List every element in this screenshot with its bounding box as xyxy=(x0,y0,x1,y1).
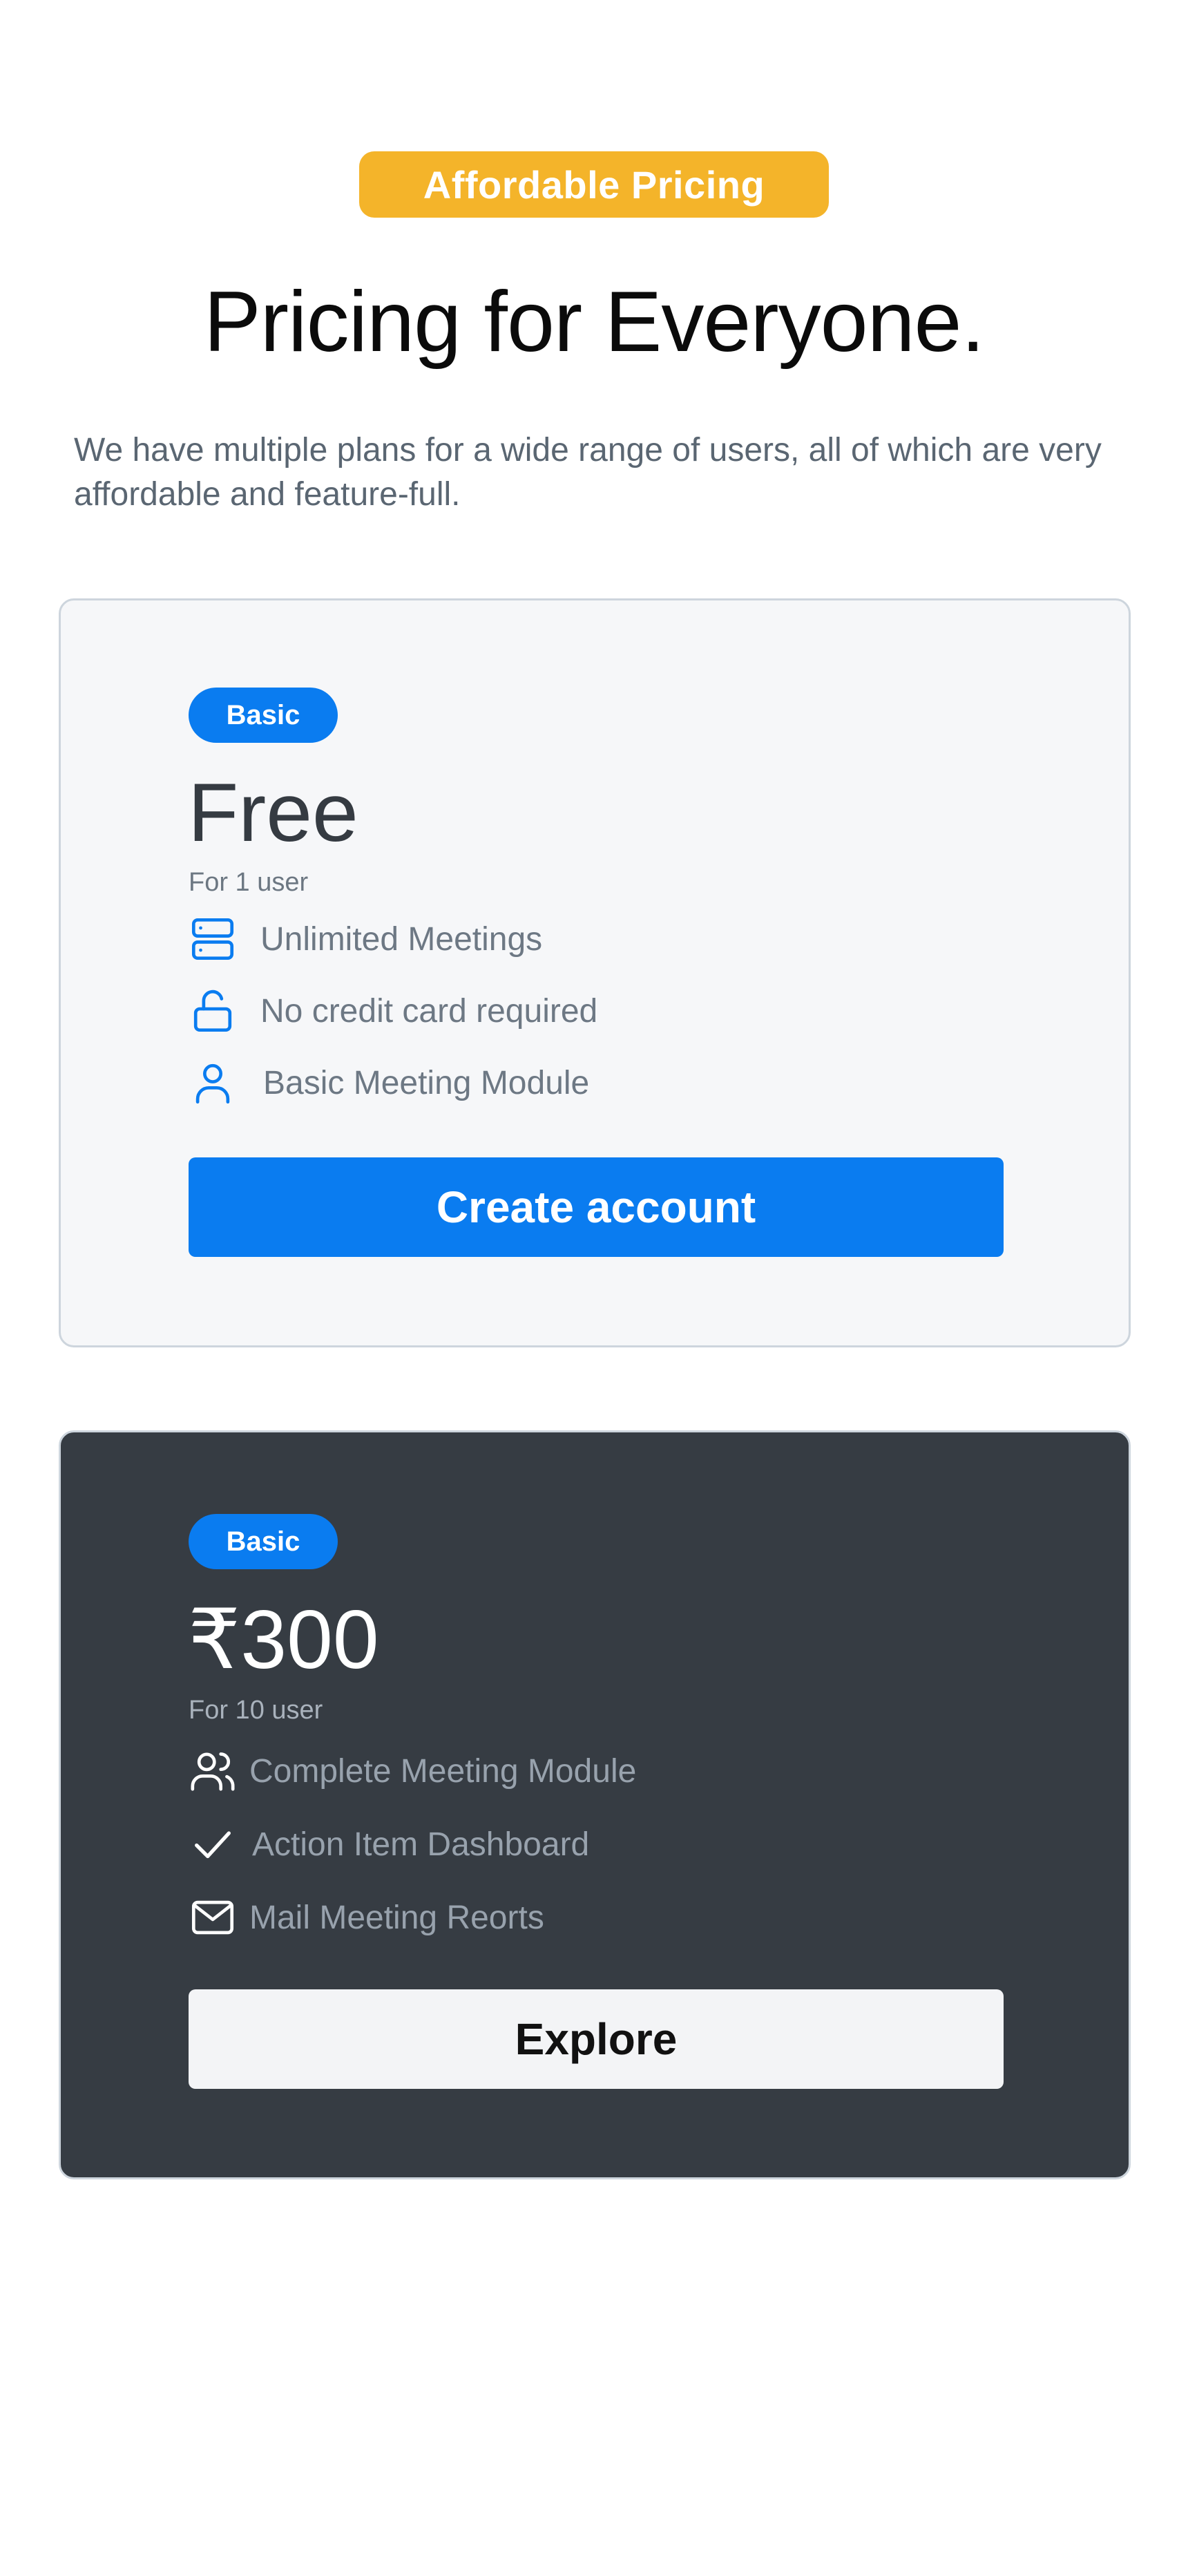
plan-users: For 1 user xyxy=(189,868,309,897)
plan-price: Free xyxy=(188,766,358,859)
plan-users: For 10 user xyxy=(189,1696,323,1725)
feature-item: Complete Meeting Module xyxy=(189,1743,636,1799)
feature-item: Mail Meeting Reorts xyxy=(189,1890,544,1945)
feature-label: No credit card required xyxy=(260,992,598,1030)
server-icon xyxy=(189,915,237,963)
feature-item: Action Item Dashboard xyxy=(189,1817,589,1872)
feature-label: Mail Meeting Reorts xyxy=(249,1899,544,1936)
feature-item: Unlimited Meetings xyxy=(189,911,542,967)
feature-label: Unlimited Meetings xyxy=(260,920,543,958)
plan-price: ₹300 xyxy=(188,1593,379,1686)
page-title: Pricing for Everyone. xyxy=(204,274,985,370)
plan-card-paid: Basic ₹300 For 10 user Complete Meeting … xyxy=(59,1430,1131,2179)
create-account-button[interactable]: Create account xyxy=(189,1157,1004,1257)
feature-label: Action Item Dashboard xyxy=(252,1826,590,1863)
feature-label: Complete Meeting Module xyxy=(249,1752,637,1790)
affordable-pricing-badge: Affordable Pricing xyxy=(359,151,829,218)
plan-tag: Basic xyxy=(189,688,338,743)
feature-label: Basic Meeting Module xyxy=(263,1064,590,1101)
user-icon xyxy=(189,1059,237,1107)
feature-item: Basic Meeting Module xyxy=(189,1055,589,1110)
unlock-icon xyxy=(189,987,237,1035)
check-icon xyxy=(189,1820,237,1868)
plan-card-free: Basic Free For 1 user Unlimited Meetings xyxy=(59,598,1131,1347)
users-icon xyxy=(189,1747,237,1795)
explore-button[interactable]: Explore xyxy=(189,1989,1004,2089)
page-subtitle: We have multiple plans for a wide range … xyxy=(74,432,1102,513)
mail-icon xyxy=(189,1893,237,1942)
pricing-page: Affordable Pricing Pricing for Everyone.… xyxy=(0,0,1188,2576)
plan-tag: Basic xyxy=(189,1514,338,1569)
feature-item: No credit card required xyxy=(189,983,597,1039)
